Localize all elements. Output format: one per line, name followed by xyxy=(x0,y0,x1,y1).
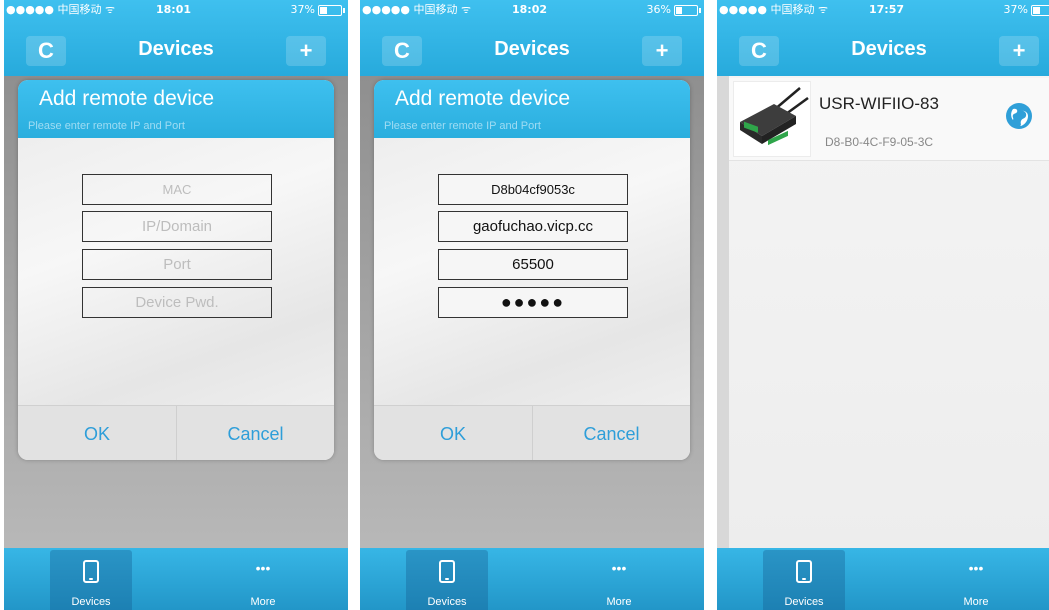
dialog-title: Add remote device xyxy=(39,87,215,110)
tab-bar: Devices ••• More xyxy=(360,548,704,610)
dialog-subtitle: Please enter remote IP and Port xyxy=(28,120,185,132)
tab-more[interactable]: ••• More xyxy=(578,550,660,610)
device-mac: D8-B0-4C-F9-05-3C xyxy=(825,135,934,149)
ip-domain-field[interactable]: gaofuchao.vicp.cc xyxy=(438,211,628,242)
tab-devices[interactable]: Devices xyxy=(763,550,845,610)
tab-more[interactable]: ••• More xyxy=(222,550,304,610)
battery-indicator: 36% xyxy=(646,0,701,20)
tab-label: More xyxy=(963,596,989,608)
tab-label: Devices xyxy=(427,596,467,608)
cancel-button[interactable]: Cancel xyxy=(533,406,690,460)
tab-label: Devices xyxy=(71,596,111,608)
carrier-label: ●●●●● 中国移动 ᯤ xyxy=(362,3,472,16)
clock: 18:01 xyxy=(156,3,192,16)
carrier-label: ●●●●● 中国移动 ᯤ xyxy=(719,3,829,16)
battery-icon xyxy=(674,4,701,16)
tab-label: More xyxy=(606,596,632,608)
globe-icon[interactable] xyxy=(1004,101,1034,131)
phone-icon xyxy=(83,559,99,583)
phone-screen-device-list: C Devices + ●●●●● 中国移动 ᯤ 17:57 37% USR-W… xyxy=(717,0,1049,610)
battery-percent: 37% xyxy=(1003,3,1028,16)
battery-icon xyxy=(1031,4,1049,16)
device-list-item[interactable]: USR-WIFIIO-83 D8-B0-4C-F9-05-3C xyxy=(729,78,1049,161)
phone-icon xyxy=(796,559,812,583)
tab-devices[interactable]: Devices xyxy=(50,550,132,610)
port-field[interactable]: Port xyxy=(82,249,272,280)
battery-icon xyxy=(318,4,345,16)
port-field[interactable]: 65500 xyxy=(438,249,628,280)
plus-icon[interactable]: + xyxy=(642,36,682,66)
ok-button[interactable]: OK xyxy=(18,406,177,460)
mac-field[interactable]: D8b04cf9053c xyxy=(438,174,628,205)
device-image xyxy=(733,81,811,157)
tab-label: Devices xyxy=(784,596,824,608)
more-icon: ••• xyxy=(611,560,627,576)
tab-more[interactable]: ••• More xyxy=(935,550,1017,610)
battery-percent: 36% xyxy=(646,3,671,16)
dialog-subtitle: Please enter remote IP and Port xyxy=(384,120,541,132)
battery-indicator: 37% xyxy=(290,0,345,20)
status-bar: ●●●●● 中国移动 ᯤ 18:02 36% xyxy=(360,0,704,20)
tab-bar: Devices ••• More xyxy=(4,548,348,610)
status-bar: ●●●●● 中国移动 ᯤ 18:01 37% xyxy=(4,0,348,20)
plus-icon[interactable]: + xyxy=(286,36,326,66)
dialog-header: Add remote device Please enter remote IP… xyxy=(374,80,690,138)
add-remote-device-dialog: Add remote device Please enter remote IP… xyxy=(18,80,334,460)
device-password-field[interactable]: Device Pwd. xyxy=(82,287,272,318)
battery-percent: 37% xyxy=(290,3,315,16)
plus-icon[interactable]: + xyxy=(999,36,1039,66)
status-bar: ●●●●● 中国移动 ᯤ 17:57 37% xyxy=(717,0,1049,20)
device-password-field[interactable]: ●●●●● xyxy=(438,287,628,318)
phone-icon xyxy=(439,559,455,583)
device-name: USR-WIFIIO-83 xyxy=(819,94,939,113)
add-remote-device-dialog: Add remote device Please enter remote IP… xyxy=(374,80,690,460)
dialog-title: Add remote device xyxy=(395,87,571,110)
dialog-header: Add remote device Please enter remote IP… xyxy=(18,80,334,138)
carrier-label: ●●●●● 中国移动 ᯤ xyxy=(6,3,116,16)
tab-devices[interactable]: Devices xyxy=(406,550,488,610)
mac-field[interactable]: MAC xyxy=(82,174,272,205)
phone-screen-filled-dialog: C Devices + ●●●●● 中国移动 ᯤ 18:02 36% Add r… xyxy=(360,0,704,610)
ip-domain-field[interactable]: IP/Domain xyxy=(82,211,272,242)
clock: 18:02 xyxy=(512,3,548,16)
cancel-button[interactable]: Cancel xyxy=(177,406,334,460)
dialog-button-bar: OK Cancel xyxy=(374,405,690,460)
ok-button[interactable]: OK xyxy=(374,406,533,460)
phone-screen-empty-dialog: C Devices + ●●●●● 中国移动 ᯤ 18:01 37% Add r… xyxy=(4,0,348,610)
clock: 17:57 xyxy=(869,3,905,16)
tab-label: More xyxy=(250,596,276,608)
more-icon: ••• xyxy=(968,560,984,576)
dialog-button-bar: OK Cancel xyxy=(18,405,334,460)
more-icon: ••• xyxy=(255,560,271,576)
battery-indicator: 37% xyxy=(1004,0,1049,20)
tab-bar: Devices ••• More xyxy=(717,548,1049,610)
